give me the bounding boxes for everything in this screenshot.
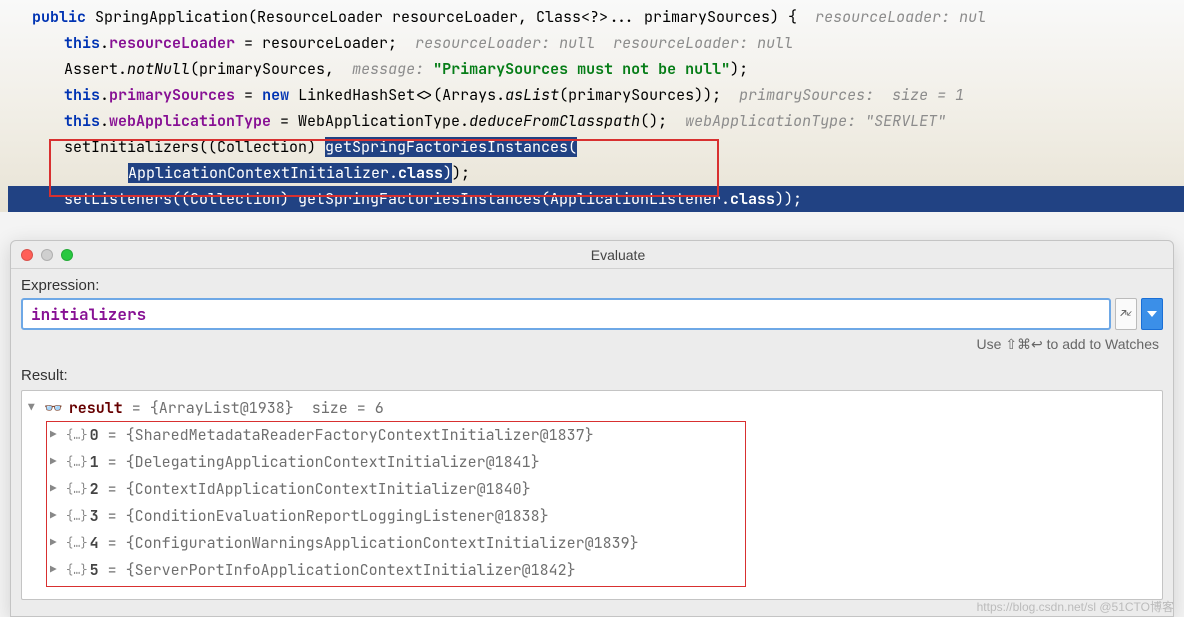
code-line: this.primarySources = new LinkedHashSet<… <box>8 82 1184 108</box>
expand-arrow-icon[interactable]: ▶ <box>50 530 60 557</box>
item-value: = {SharedMetadataReaderFactoryContextIni… <box>99 422 603 449</box>
index: 5 <box>90 557 99 584</box>
expand-arrow-icon[interactable]: ▶ <box>50 557 60 584</box>
field-resourceLoader: resourceLoader <box>109 33 235 53</box>
expand-icon[interactable]: ↗↙ <box>1115 298 1137 330</box>
collapse-arrow-icon[interactable]: ▼ <box>28 395 38 422</box>
expression-label: Expression: <box>11 269 1173 298</box>
code-line: this.resourceLoader = resourceLoader; re… <box>8 30 1184 56</box>
var-value: = {ArrayList@1938} size = 6 <box>123 395 384 422</box>
method-notNull: notNull <box>127 59 190 79</box>
object-icon: {…} <box>66 476 88 503</box>
param-label: message: <box>352 59 424 79</box>
keyword-new: new <box>262 85 289 105</box>
method-asList: asList <box>505 85 559 105</box>
index: 2 <box>90 476 99 503</box>
args-open: (primarySources, <box>190 59 343 79</box>
inline-hint: size = 1 <box>892 85 964 105</box>
string-literal: "PrimarySources must not be null" <box>433 59 730 79</box>
params: (ResourceLoader resourceLoader, Class<?>… <box>248 7 797 27</box>
item-value: = {ConditionEvaluationReportLoggingListe… <box>99 503 558 530</box>
selected-expr: getSpringFactoriesInstances( <box>325 137 577 157</box>
index: 1 <box>90 449 99 476</box>
code-editor[interactable]: public SpringApplication(ResourceLoader … <box>0 0 1184 212</box>
expand-arrow-icon[interactable]: ▶ <box>50 422 60 449</box>
result-item[interactable]: ▶ {…} 1 = {DelegatingApplicationContextIn… <box>22 449 1162 476</box>
inline-hint: webApplicationType: "SERVLET" <box>685 111 946 131</box>
close: (); <box>640 111 667 131</box>
result-tree[interactable]: ▼👓result = {ArrayList@1938} size = 6 ▶{…… <box>21 390 1163 600</box>
minimize-icon[interactable] <box>41 249 53 261</box>
method-deduce: deduceFromClasspath <box>469 111 640 131</box>
keyword-this: this <box>64 33 100 53</box>
index: 4 <box>90 530 99 557</box>
traffic-lights <box>21 249 73 261</box>
keyword-this: this <box>64 85 100 105</box>
object-icon: {…} <box>66 557 88 584</box>
inline-hint: primarySources: <box>739 85 874 105</box>
result-item[interactable]: ▶ {…} 3 = {ConditionEvaluationReportLoggi… <box>22 503 1162 530</box>
keyword-public: public <box>32 7 86 27</box>
result-root[interactable]: ▼👓result = {ArrayList@1938} size = 6 <box>22 395 1162 422</box>
code-line: ApplicationContextInitializer.class)); <box>8 160 1184 186</box>
item-value: = {ConfigurationWarningsApplicationConte… <box>99 530 648 557</box>
shortcut-hint: Use ⇧⌘↩ to add to Watches <box>11 334 1173 359</box>
keyword-this: this <box>64 111 100 131</box>
result-item[interactable]: ▶ {…} 4 = {ConfigurationWarningsApplicati… <box>22 530 1162 557</box>
assign-text: = resourceLoader; <box>235 33 397 53</box>
rest: (primarySources)); <box>559 85 721 105</box>
object-icon: {…} <box>66 530 88 557</box>
expand-arrow-icon[interactable]: ▶ <box>50 449 60 476</box>
history-dropdown[interactable] <box>1141 298 1163 330</box>
result-item[interactable]: ▶ {…} 0 = {SharedMetadataReaderFactoryCon… <box>22 422 1162 449</box>
item-value: = {ServerPortInfoApplicationContextIniti… <box>99 557 585 584</box>
expression-input[interactable] <box>21 298 1111 330</box>
field-webAppType: webApplicationType <box>109 111 271 131</box>
result-label: Result: <box>11 359 1173 388</box>
field-primarySources: primarySources <box>109 85 235 105</box>
inline-hint: resourceLoader: null <box>415 33 595 53</box>
object-icon: {…} <box>66 503 88 530</box>
evaluate-window: Evaluate Expression: ↗↙ Use ⇧⌘↩ to add t… <box>10 240 1174 617</box>
code-line: Assert.notNull(primarySources, message: … <box>8 56 1184 82</box>
index: 0 <box>90 422 99 449</box>
object-icon: {…} <box>66 422 88 449</box>
chevron-down-icon <box>1147 311 1157 317</box>
result-item[interactable]: ▶ {…} 5 = {ServerPortInfoApplicationConte… <box>22 557 1162 584</box>
object-icon: {…} <box>66 449 88 476</box>
index: 3 <box>90 503 99 530</box>
watch-icon: 👓 <box>44 395 63 422</box>
type-linked: LinkedHashSet<>(Arrays. <box>289 85 505 105</box>
execution-point: setListeners((Collection) getSpringFacto… <box>8 186 1184 212</box>
code-line: public SpringApplication(ResourceLoader … <box>8 4 1184 30</box>
var-name: result <box>69 395 123 422</box>
window-title: Evaluate <box>73 247 1163 263</box>
titlebar[interactable]: Evaluate <box>11 241 1173 269</box>
close: ); <box>730 59 748 79</box>
maximize-icon[interactable] <box>61 249 73 261</box>
watermark: https://blog.csdn.net/sl @51CTO博客 <box>977 598 1174 615</box>
assign: = <box>235 85 262 105</box>
inline-hint: resourceLoader: nul <box>815 7 986 27</box>
item-value: = {DelegatingApplicationContextInitializ… <box>99 449 549 476</box>
close-icon[interactable] <box>21 249 33 261</box>
expand-arrow-icon[interactable]: ▶ <box>50 503 60 530</box>
after: ); <box>452 163 470 183</box>
ctor-name: SpringApplication <box>95 7 248 27</box>
result-item[interactable]: ▶ {…} 2 = {ContextIdApplicationContextIni… <box>22 476 1162 503</box>
code-line: this.webApplicationType = WebApplication… <box>8 108 1184 134</box>
code-line: setInitializers((Collection) getSpringFa… <box>8 134 1184 160</box>
assign: = WebApplicationType. <box>271 111 469 131</box>
item-value: = {ContextIdApplicationContextInitialize… <box>99 476 540 503</box>
inline-hint: resourceLoader: null <box>613 33 793 53</box>
selected-expr: ApplicationContextInitializer.class) <box>128 163 452 183</box>
class-assert: Assert <box>64 59 118 79</box>
pre-text: setInitializers((Collection) <box>64 137 325 157</box>
expand-arrow-icon[interactable]: ▶ <box>50 476 60 503</box>
